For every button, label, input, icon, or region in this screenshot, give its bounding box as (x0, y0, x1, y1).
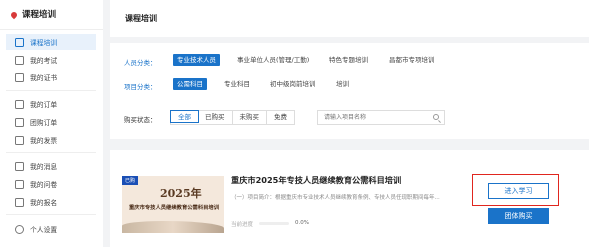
course-intro: （一）项目简介：根据重庆市专业技术人员继续教育条例、专技人员任现职期间每年... (231, 195, 440, 201)
sidebar-item-label: 课程培训 (30, 39, 58, 47)
sidebar: 课程培训 课程培训 我的考试 我的证书 我的订单 团购订单 我的发票 我的消息 … (0, 0, 103, 247)
location-pin-icon (9, 10, 19, 19)
course-title[interactable]: 重庆市2025年专技人员继续教育公需科目培训 (231, 174, 401, 186)
sidebar-item-label: 我的问卷 (30, 181, 58, 189)
enter-study-button[interactable]: 进入学习 (488, 183, 549, 199)
cover-year: 2025年 (160, 187, 202, 200)
filter-panel: 人员分类： 专业技术人员 事业单位人员(管理/工勤) 特色专题培训 昌都市专项培… (110, 43, 589, 139)
exam-icon (15, 55, 24, 65)
cover-badge: 已购 (122, 176, 139, 185)
filter-personnel-institution[interactable]: 事业单位人员(管理/工勤) (237, 54, 309, 66)
purchase-status-segment: 全部 已购买 未购买 免费 (170, 110, 295, 125)
sidebar-item-group-orders[interactable]: 团购订单 (6, 114, 96, 130)
sidebar-item-label: 个人设置 (30, 226, 58, 234)
sidebar-item-label: 我的证书 (30, 74, 58, 82)
sidebar-item-label: 团购订单 (30, 119, 58, 127)
settings-icon (15, 224, 24, 234)
sidebar-item-label: 我的考试 (30, 57, 58, 65)
book-icon (15, 37, 24, 47)
filter-buy-not-purchased[interactable]: 未购买 (233, 111, 267, 124)
sidebar-item-my-exams[interactable]: 我的考试 (6, 52, 96, 68)
filter-buy-free[interactable]: 免费 (267, 111, 294, 124)
progress-bar (259, 222, 289, 225)
sidebar-divider (6, 214, 96, 215)
group-order-icon (15, 117, 24, 127)
project-category-label: 项目分类： (124, 83, 157, 91)
sidebar-item-my-invoices[interactable]: 我的发票 (6, 132, 96, 148)
cover-decoration (122, 221, 224, 233)
group-purchase-button[interactable]: 团体购买 (488, 208, 549, 224)
cover-title: 重庆市专技人员继续教育公需科目培训 (128, 205, 220, 211)
sidebar-item-my-surveys[interactable]: 我的问卷 (6, 176, 96, 192)
survey-icon (15, 179, 24, 189)
filter-buy-all[interactable]: 全部 (170, 110, 199, 123)
sidebar-item-course-training[interactable]: 课程培训 (6, 34, 96, 50)
sidebar-item-personal-settings[interactable]: 个人设置 (6, 221, 96, 237)
course-cover-image[interactable]: 已购 2025年 重庆市专技人员继续教育公需科目培训 (122, 176, 224, 233)
order-icon (15, 99, 24, 109)
sidebar-item-label: 我的报名 (30, 199, 58, 207)
sidebar-title: 课程培训 (22, 9, 57, 20)
filter-personnel-professional[interactable]: 专业技术人员 (173, 54, 220, 66)
filter-personnel-special-topic[interactable]: 特色专题培训 (329, 54, 368, 66)
filter-personnel-changdu[interactable]: 昌都市专项培训 (389, 54, 435, 66)
sidebar-divider (6, 90, 96, 91)
purchase-status-label: 购买状态： (124, 116, 157, 124)
sidebar-header: 课程培训 (0, 0, 103, 30)
filter-project-public[interactable]: 公需科目 (173, 78, 207, 90)
project-search-box (317, 110, 445, 125)
sidebar-divider (6, 152, 96, 153)
search-icon[interactable] (433, 114, 439, 120)
project-search-input[interactable] (318, 111, 428, 124)
message-icon (15, 161, 24, 171)
course-card: 已购 2025年 重庆市专技人员继续教育公需科目培训 重庆市2025年专技人员继… (110, 150, 589, 247)
sidebar-item-my-messages[interactable]: 我的消息 (6, 158, 96, 174)
progress-value: 0.0% (295, 220, 309, 226)
sidebar-item-my-certificates[interactable]: 我的证书 (6, 69, 96, 85)
sidebar-item-my-orders[interactable]: 我的订单 (6, 96, 96, 112)
invoice-icon (15, 135, 24, 145)
filter-project-professional[interactable]: 专业科目 (224, 78, 250, 90)
signup-icon (15, 197, 24, 207)
sidebar-item-label: 我的消息 (30, 163, 58, 171)
sidebar-item-label: 我的发票 (30, 137, 58, 145)
sidebar-item-label: 我的订单 (30, 101, 58, 109)
progress-label: 当前进度 (231, 222, 254, 228)
certificate-icon (15, 72, 24, 82)
filter-project-training[interactable]: 培训 (336, 78, 349, 90)
filter-project-pre-job[interactable]: 初中级岗前培训 (270, 78, 316, 90)
sidebar-item-my-registrations[interactable]: 我的报名 (6, 194, 96, 210)
page-title: 课程培训 (125, 14, 157, 23)
personnel-category-label: 人员分类： (124, 59, 157, 67)
filter-buy-purchased[interactable]: 已购买 (198, 111, 233, 124)
main-header: 课程培训 (110, 0, 589, 37)
